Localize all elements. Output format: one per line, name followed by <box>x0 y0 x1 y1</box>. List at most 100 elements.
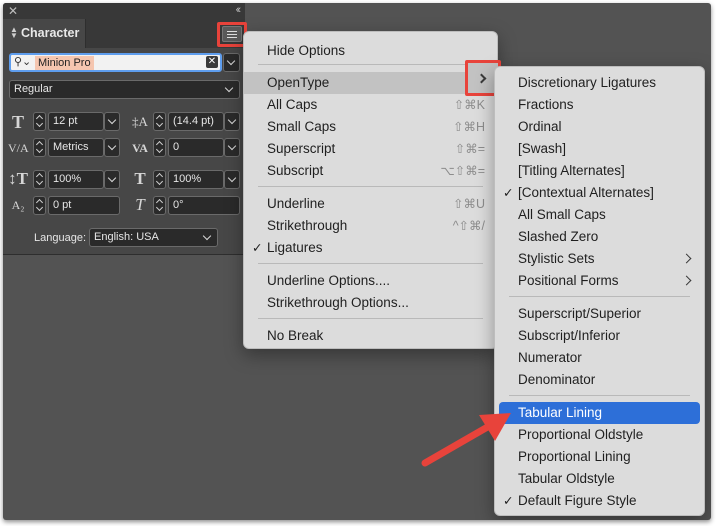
checkmark-icon: ✓ <box>252 241 263 255</box>
menu-item-proportional-lining[interactable]: Proportional Lining <box>495 446 704 468</box>
menu-item-label: Stylistic Sets <box>518 251 595 266</box>
menu-item-label: Superscript <box>267 141 336 156</box>
menu-item-shortcut: ⇧⌘= <box>454 142 485 156</box>
vertical-scale-icon: ↕T <box>8 169 28 188</box>
menu-item-all-caps[interactable]: All Caps ⇧⌘K <box>244 94 497 116</box>
tracking-stepper[interactable] <box>153 138 166 157</box>
menu-item-superscript-superior[interactable]: Superscript/Superior <box>495 303 704 325</box>
chevron-down-icon <box>107 141 117 151</box>
font-family-field[interactable]: ⚲⌄ Minion Pro ✕ <box>9 53 222 72</box>
annotation-arrow <box>421 413 511 467</box>
leading-icon: ‡A <box>132 114 148 129</box>
menu-item-label: Subscript <box>267 163 324 178</box>
leading-stepper[interactable] <box>153 112 166 131</box>
menu-item-underline[interactable]: Underline ⇧⌘U <box>244 193 497 215</box>
font-family-dropdown-button[interactable] <box>223 53 240 72</box>
font-size-dropdown[interactable] <box>104 112 120 131</box>
leading-dropdown[interactable] <box>224 112 240 131</box>
font-size-input[interactable]: 12 pt <box>48 112 104 131</box>
tracking-input[interactable]: 0 <box>168 138 224 157</box>
kerning-icon: V/A <box>8 141 29 155</box>
menu-item-label: Denominator <box>518 372 596 387</box>
menu-item-shortcut: ⌥⇧⌘= <box>440 164 485 178</box>
menu-item-shortcut: ⇧⌘H <box>452 120 485 134</box>
menu-item-no-break[interactable]: No Break <box>244 325 497 347</box>
chevron-right-icon <box>681 275 692 286</box>
horizontal-scale-dropdown[interactable] <box>224 170 240 189</box>
close-icon[interactable]: ✕ <box>8 4 18 18</box>
skew-input[interactable]: 0° <box>168 196 240 215</box>
menu-item-label: Underline <box>267 196 325 211</box>
menu-item-small-caps[interactable]: Small Caps ⇧⌘H <box>244 116 497 138</box>
baseline-shift-icon: A₂ <box>11 198 25 212</box>
chevron-down-icon <box>227 173 237 183</box>
menu-item-superscript[interactable]: Superscript ⇧⌘= <box>244 138 497 160</box>
clear-icon[interactable]: ✕ <box>206 56 218 68</box>
menu-item-titling-alternates[interactable]: [Titling Alternates] <box>495 160 704 182</box>
kerning-stepper[interactable] <box>33 138 46 157</box>
search-icon[interactable]: ⚲⌄ <box>14 55 31 68</box>
menu-item-contextual-alternates[interactable]: ✓ [Contextual Alternates] <box>495 182 704 204</box>
horizontal-scale-icon: T <box>134 169 146 188</box>
menu-item-subscript-inferior[interactable]: Subscript/Inferior <box>495 325 704 347</box>
menu-item-swash[interactable]: [Swash] <box>495 138 704 160</box>
menu-item-opentype[interactable]: OpenType <box>244 72 497 94</box>
tracking-dropdown[interactable] <box>224 138 240 157</box>
menu-item-label: Proportional Oldstyle <box>518 427 644 442</box>
menu-item-underline-options[interactable]: Underline Options.... <box>244 270 497 292</box>
menu-item-ligatures[interactable]: ✓ Ligatures <box>244 237 497 259</box>
vertical-scale-dropdown[interactable] <box>104 170 120 189</box>
menu-item-discretionary-ligatures[interactable]: Discretionary Ligatures <box>495 72 704 94</box>
collapse-panel-icon[interactable]: ‹‹ <box>236 4 242 16</box>
font-style-select[interactable]: Regular <box>9 80 240 99</box>
menu-item-default-figure-style[interactable]: ✓ Default Figure Style <box>495 490 704 512</box>
menu-item-subscript[interactable]: Subscript ⌥⇧⌘= <box>244 160 497 182</box>
menu-item-hide-options[interactable]: Hide Options <box>244 40 497 62</box>
menu-item-shortcut: ⇧⌘U <box>452 197 485 211</box>
chevron-down-icon <box>107 115 117 125</box>
menu-item-label: Small Caps <box>267 119 337 134</box>
menu-item-proportional-oldstyle[interactable]: Proportional Oldstyle <box>495 424 704 446</box>
leading-input[interactable]: (14.4 pt) <box>168 112 224 131</box>
skew-stepper[interactable] <box>153 196 166 215</box>
menu-item-strikethrough-options[interactable]: Strikethrough Options... <box>244 292 497 314</box>
horizontal-scale-value: 100% <box>173 173 202 185</box>
chevron-down-icon <box>227 141 237 151</box>
font-size-stepper[interactable] <box>33 112 46 131</box>
menu-item-label: No Break <box>267 328 324 343</box>
menu-item-label: Hide Options <box>267 43 346 58</box>
kerning-dropdown[interactable] <box>104 138 120 157</box>
tab-expand-icon[interactable]: ▲ ▼ <box>10 26 18 40</box>
menu-item-positional-forms[interactable]: Positional Forms <box>495 270 704 292</box>
tab-label: Character <box>21 26 80 40</box>
horizontal-scale-input[interactable]: 100% <box>168 170 224 189</box>
vertical-scale-input[interactable]: 100% <box>48 170 104 189</box>
baseline-shift-input[interactable]: 0 pt <box>48 196 120 215</box>
menu-item-stylistic-sets[interactable]: Stylistic Sets <box>495 248 704 270</box>
font-style-value: Regular <box>14 83 53 95</box>
kerning-input[interactable]: Metrics <box>48 138 104 157</box>
menu-item-label: Subscript/Inferior <box>518 328 621 343</box>
menu-item-fractions[interactable]: Fractions <box>495 94 704 116</box>
menu-item-ordinal[interactable]: Ordinal <box>495 116 704 138</box>
menu-item-all-small-caps[interactable]: All Small Caps <box>495 204 704 226</box>
menu-separator <box>258 186 483 187</box>
menu-item-label: Superscript/Superior <box>518 306 642 321</box>
language-select[interactable]: English: USA <box>89 228 218 247</box>
menu-item-label: [Titling Alternates] <box>518 163 625 178</box>
menu-item-tabular-lining[interactable]: Tabular Lining <box>499 402 700 424</box>
vertical-scale-stepper[interactable] <box>33 170 46 189</box>
checkmark-icon: ✓ <box>503 186 514 200</box>
menu-item-slashed-zero[interactable]: Slashed Zero <box>495 226 704 248</box>
kerning-value: Metrics <box>53 141 89 153</box>
font-family-value: Minion Pro <box>35 56 94 70</box>
horizontal-scale-stepper[interactable] <box>153 170 166 189</box>
menu-item-denominator[interactable]: Denominator <box>495 369 704 391</box>
menu-item-tabular-oldstyle[interactable]: Tabular Oldstyle <box>495 468 704 490</box>
baseline-shift-stepper[interactable] <box>33 196 46 215</box>
menu-item-strikethrough[interactable]: Strikethrough ^⇧⌘/ <box>244 215 497 237</box>
tab-character[interactable]: ▲ ▼ Character <box>3 19 86 48</box>
chevron-down-icon <box>202 231 212 241</box>
menu-item-numerator[interactable]: Numerator <box>495 347 704 369</box>
checkmark-icon: ✓ <box>503 494 514 508</box>
